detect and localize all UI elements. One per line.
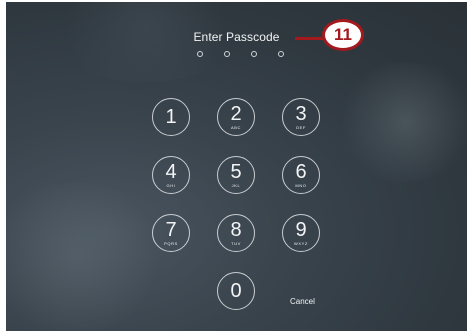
keypad-key-2[interactable]: 2 ABC xyxy=(217,98,255,136)
key-digit: 7 xyxy=(165,219,177,241)
key-letters: TUV xyxy=(231,241,241,246)
key-digit: 6 xyxy=(295,161,307,183)
key-digit: 4 xyxy=(165,161,177,183)
keypad-key-9[interactable]: 9 WXYZ xyxy=(282,214,320,252)
key-letters: MNO xyxy=(295,183,307,188)
cancel-button[interactable]: Cancel xyxy=(290,297,315,306)
passcode-dot xyxy=(197,51,203,57)
key-letters: DEF xyxy=(296,125,306,130)
key-letters: ABC xyxy=(230,125,242,130)
key-letters: WXYZ xyxy=(294,241,308,246)
passcode-dot xyxy=(224,51,230,57)
key-digit: 8 xyxy=(230,219,242,241)
passcode-dots xyxy=(197,51,284,57)
key-digit: 0 xyxy=(230,280,242,302)
key-letters: JKL xyxy=(231,183,241,188)
key-letters: GHI xyxy=(166,183,176,188)
keypad-key-7[interactable]: 7 PQRS xyxy=(152,214,190,252)
passcode-title: Enter Passcode xyxy=(193,30,280,44)
keypad-key-0[interactable]: 0 xyxy=(217,272,255,310)
keypad-key-3[interactable]: 3 DEF xyxy=(282,98,320,136)
passcode-lock-screen: Enter Passcode 1 2 ABC 3 DEF 4 GHI 5 JKL… xyxy=(6,2,467,331)
key-digit: 9 xyxy=(295,219,307,241)
keypad-key-5[interactable]: 5 JKL xyxy=(217,156,255,194)
key-letters: PQRS xyxy=(164,241,178,246)
key-digit: 1 xyxy=(165,106,177,128)
passcode-dot xyxy=(251,51,257,57)
key-digit: 2 xyxy=(230,103,242,125)
callout-number-badge: 11 xyxy=(322,19,364,51)
callout-leader-line xyxy=(295,37,324,40)
background-blur xyxy=(336,62,467,182)
keypad-key-8[interactable]: 8 TUV xyxy=(217,214,255,252)
keypad-key-6[interactable]: 6 MNO xyxy=(282,156,320,194)
keypad-key-4[interactable]: 4 GHI xyxy=(152,156,190,194)
background-blur xyxy=(6,182,166,331)
passcode-dot xyxy=(278,51,284,57)
keypad-key-1[interactable]: 1 xyxy=(152,98,190,136)
key-digit: 5 xyxy=(230,161,242,183)
key-digit: 3 xyxy=(295,103,307,125)
